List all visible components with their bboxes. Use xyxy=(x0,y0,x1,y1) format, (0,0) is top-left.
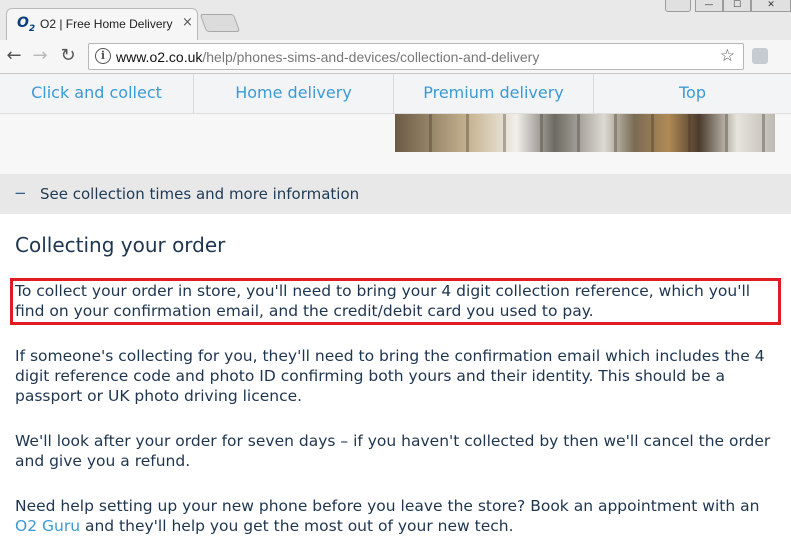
collection-times-label: See collection times and more informatio… xyxy=(40,185,360,203)
tab-close-icon[interactable]: × xyxy=(182,15,193,30)
collapse-minus-icon: − xyxy=(14,184,27,202)
subnav-premium-delivery[interactable]: Premium delivery xyxy=(394,74,594,114)
reload-icon[interactable]: ↻ xyxy=(58,45,78,66)
browser-toolbar: ← → ↻ i www.o2.co.uk/help/phones-sims-an… xyxy=(0,40,791,74)
info-icon[interactable]: i xyxy=(95,48,111,64)
section-heading: Collecting your order xyxy=(15,233,226,257)
maximize-button[interactable]: ☐ xyxy=(723,0,751,12)
url-text[interactable]: www.o2.co.uk/help/phones-sims-and-device… xyxy=(116,49,539,65)
close-window-button[interactable]: ✕ xyxy=(751,0,791,12)
subnav-home-delivery[interactable]: Home delivery xyxy=(194,74,394,114)
store-photo xyxy=(395,114,775,152)
forward-arrow-icon[interactable]: → xyxy=(30,45,50,66)
collection-times-toggle[interactable]: − See collection times and more informat… xyxy=(0,174,791,214)
browser-titlebar: O2 O2 | Free Home Delivery × — ☐ ✕ xyxy=(0,0,791,40)
extension-icon[interactable] xyxy=(752,48,768,64)
minimize-button[interactable]: — xyxy=(695,0,723,12)
browser-tab[interactable]: O2 O2 | Free Home Delivery × xyxy=(6,8,198,40)
back-arrow-icon[interactable]: ← xyxy=(4,45,24,66)
highlight-annotation-box xyxy=(10,278,781,325)
tab-title: O2 | Free Home Delivery xyxy=(40,17,173,31)
o2-guru-paragraph: Need help setting up your new phone befo… xyxy=(15,497,760,535)
profile-icon[interactable] xyxy=(665,0,691,12)
o2-guru-link[interactable]: O2 Guru xyxy=(15,517,80,535)
subnav-click-and-collect[interactable]: Click and collect xyxy=(0,74,194,114)
bookmark-star-icon[interactable]: ☆ xyxy=(720,46,735,66)
new-tab-button[interactable] xyxy=(199,14,241,32)
hero-banner xyxy=(0,114,791,174)
window-controls: — ☐ ✕ xyxy=(665,0,791,12)
subnav-top[interactable]: Top xyxy=(594,74,791,114)
address-bar[interactable]: i www.o2.co.uk/help/phones-sims-and-devi… xyxy=(88,43,744,70)
collecting-for-someone-paragraph: If someone's collecting for you, they'll… xyxy=(15,347,765,405)
section-subnav: Click and collect Home delivery Premium … xyxy=(0,74,791,114)
seven-days-paragraph: We'll look after your order for seven da… xyxy=(15,432,771,470)
o2-favicon-icon: O2 xyxy=(17,15,36,34)
